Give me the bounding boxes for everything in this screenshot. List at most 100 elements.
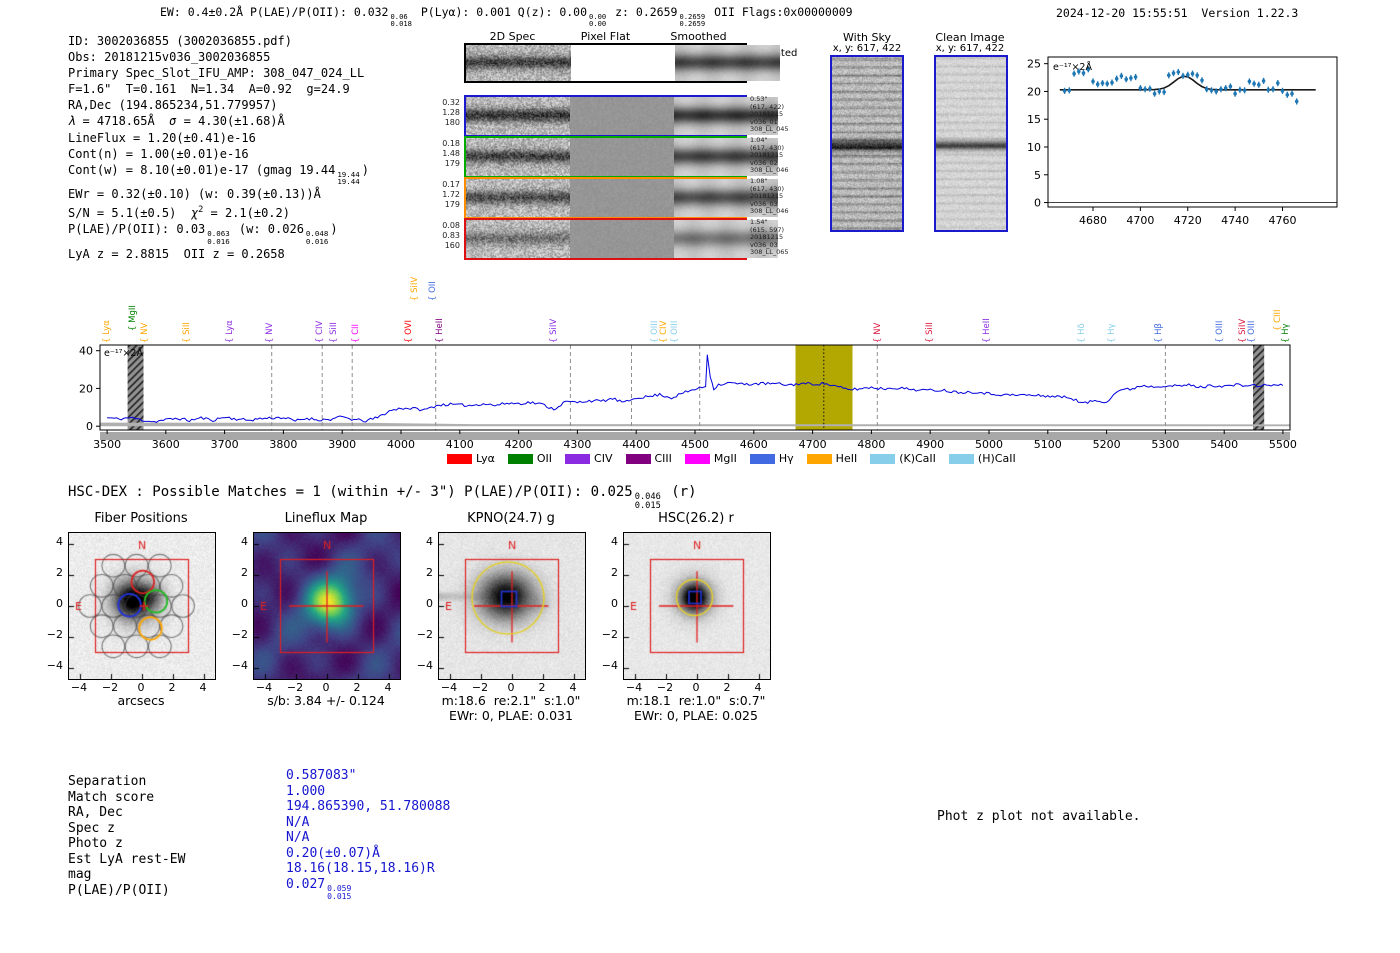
cutout-xtick-label: 2 [168,681,176,694]
emission-line-label: { CIV [659,320,670,343]
svg-text:15: 15 [1027,113,1041,126]
svg-text:e⁻¹⁷×2Å: e⁻¹⁷×2Å [104,347,143,359]
legend-item: CIII [625,452,672,465]
header-timestamp: 2024-12-20 15:55:51 Version 1.22.3 [1056,6,1298,20]
svg-text:0: 0 [86,420,93,433]
cutout-hsc [623,532,771,680]
svg-text:5500: 5500 [1269,438,1297,451]
svg-text:e⁻¹⁷×2Å: e⁻¹⁷×2Å [1053,61,1092,73]
svg-text:4000: 4000 [387,438,415,451]
emission-line-label: { Hγ [1106,323,1117,343]
cutout-title-kpno-g: KPNO(24.7) g [467,511,555,526]
emission-line-label: { NV [264,322,275,343]
emission-line-label: { CII [351,323,361,343]
svg-text:4200: 4200 [505,438,533,451]
stacked-uncertainty: 0.063 0.016 [207,229,230,246]
stacked-uncertainty: 0.2659 0.2659 [679,11,706,29]
cutout-title-fiber-positions: Fiber Positions [94,511,188,526]
svg-text:20: 20 [79,382,93,395]
match-row-value: 194.865390, 51.780088 [286,799,451,814]
legend-item: (K)CaII [870,452,936,465]
cutout-xtick-label: −4 [255,681,273,694]
stacked-uncertainty: 0.00 0.00 [589,11,607,29]
cutout-image [254,533,400,679]
with-sky-strip [830,55,904,232]
cutout-ytick-label: −4 [601,659,618,672]
svg-text:4400: 4400 [622,438,650,451]
match-row-label: RA, Dec [68,805,123,820]
legend-swatch [684,453,710,464]
hsc-plae-label: EWr: 0, PLAE: 0.025 [634,708,758,723]
hsc-dex-match-line: HSC-DEX : Possible Matches = 1 (within +… [68,484,697,512]
spectrum-legend: Lyα OII CIV CIII MgII Hγ HeII (K)CaII (H)CaII [447,452,1016,465]
cutout-ytick-label: −2 [46,628,63,641]
cutout-ytick-label: −4 [416,659,433,672]
svg-text:4900: 4900 [916,438,944,451]
spec2d-image [569,220,674,258]
cutout-ytick-label: 0 [611,597,618,610]
summary-line: ID: 3002036855 (3002036855.pdf) [68,34,292,48]
cutout-ytick-label: −4 [231,659,248,672]
legend-label: OII [536,452,553,465]
emission-line-label: { Lyα [101,320,112,343]
svg-text:4760: 4760 [1269,214,1297,227]
match-row-label: Est LyA rest-EW [68,851,186,867]
svg-text:4700: 4700 [1126,214,1154,227]
summary-line: RA,Dec (194.865234,51.779957) [68,98,278,113]
match-row-value: N/A [286,830,310,845]
legend-label: HeII [835,452,858,465]
cutout-xtick-label: −4 [440,681,458,694]
photz-not-available-note: Phot z plot not available. [937,809,1141,824]
match-row-label: Match score [68,789,155,805]
hsc-mag-label: m:18.1 re:1.0" s:0.7" [626,693,766,708]
svg-text:4500: 4500 [681,438,709,451]
svg-text:4700: 4700 [799,438,827,451]
spec2d-image [569,179,674,217]
spec2d-image [675,45,780,81]
stacked-uncertainty: 0.048 0.016 [305,229,329,246]
legend-label: (K)CaII [899,452,936,465]
cutout-image [439,533,585,679]
match-row-label: Separation [68,774,147,789]
emission-line-label: { Lyα [224,320,235,343]
cutout-title-lineflux-map: Lineflux Map [284,511,368,526]
spec2d-row [464,95,778,137]
emission-line-label: { HeII [434,318,445,343]
match-row-value: 0.20(±0.07)Å [286,845,380,861]
cutout-ytick-label: −2 [601,628,618,641]
spec2d-image [569,97,674,135]
spec2d-image [466,220,570,258]
legend-item: OII [507,452,553,465]
legend-item: (H)CaII [948,452,1016,465]
svg-text:5: 5 [1034,169,1041,182]
cutout-fiber [68,532,216,680]
emission-line-label: { HeII [981,318,992,343]
svg-text:5300: 5300 [1151,438,1179,451]
match-row-value: 0.587083" [286,768,357,783]
spec2d-header-smoothed: Smoothed [670,30,727,43]
report-version: Version 1.22.3 [1201,6,1299,20]
legend-item: CIV [565,452,613,465]
summary-line: Obs: 20181215v036_3002036855 [68,50,271,65]
match-row-value: 1.000 [286,783,326,799]
summary-line: LyA z = 2.8815 OII z = 0.2658 [68,246,285,261]
legend-item: Hγ [749,452,794,465]
svg-text:3500: 3500 [93,438,121,451]
with-sky-coords: x, y: 617, 422 [832,43,902,54]
cutout-ytick-label: 0 [241,597,248,610]
emission-line-label: { MgII [128,305,139,331]
spec2d-image [466,179,570,217]
cutout-xtick-label: 4 [384,681,392,694]
cutout-xlabel-arcsecs: arcsecs [117,693,165,708]
svg-text:4740: 4740 [1221,214,1249,227]
cutout-xtick-label: 2 [723,681,731,694]
header-metrics: EW: 0.4±0.2Å P(LAE)/P(OII): 0.032 0.06 0.0… [160,5,853,29]
emission-line-label: { NV [872,322,883,343]
svg-text:40: 40 [79,345,93,358]
spec2d-row [464,43,780,83]
stacked-uncertainty: 0.059 0.015 [327,883,352,902]
svg-text:5100: 5100 [1034,438,1062,451]
spec2d-header-2dspec: 2D Spec [489,30,536,43]
svg-text:3900: 3900 [328,438,356,451]
cutout-xtick-label: −2 [286,681,304,694]
